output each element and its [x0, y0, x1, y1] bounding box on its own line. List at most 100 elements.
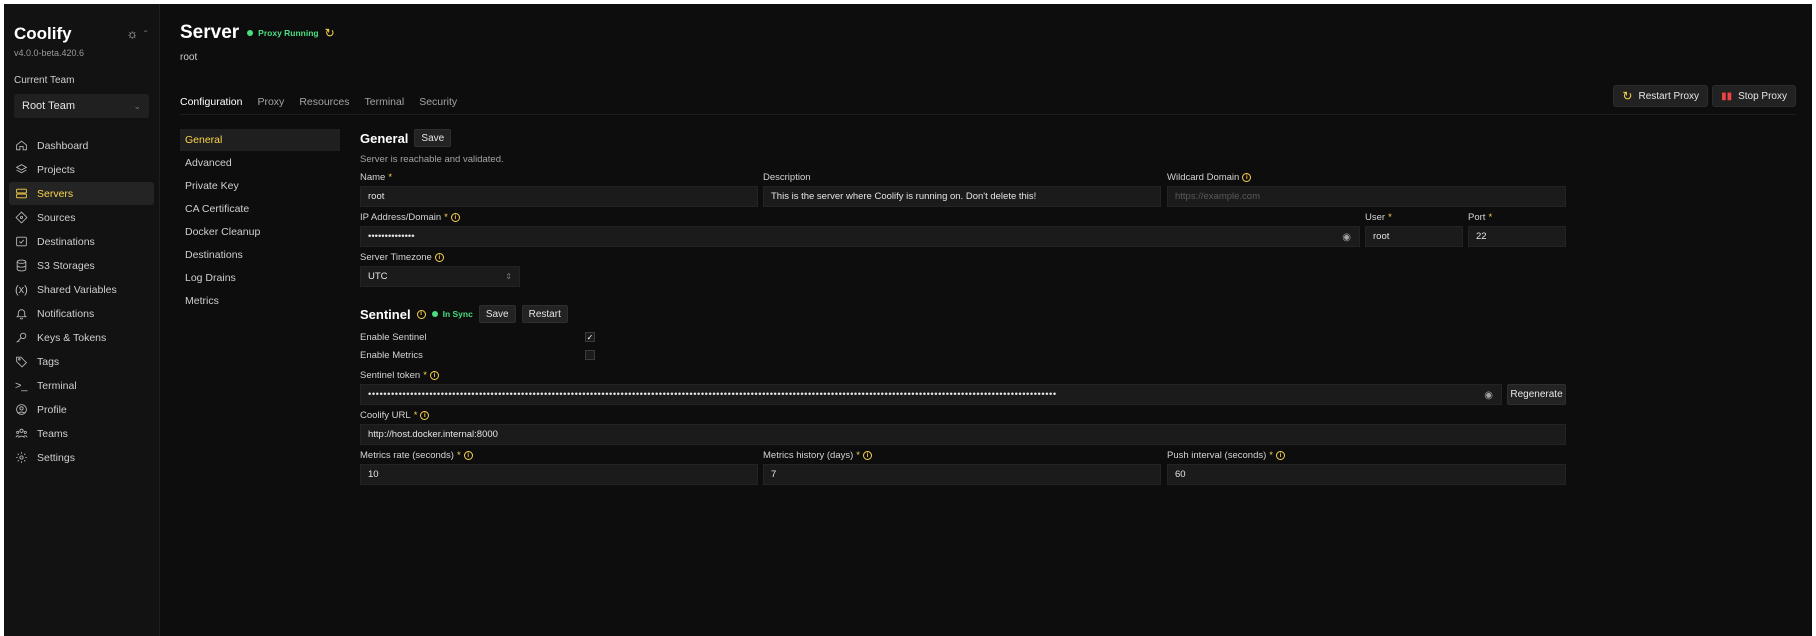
timezone-select[interactable]: UTC ⇕ [360, 266, 520, 287]
sidebar-item-profile[interactable]: Profile [9, 398, 154, 421]
description-input[interactable]: This is the server where Coolify is runn… [763, 186, 1161, 207]
tab-terminal[interactable]: Terminal [365, 96, 405, 108]
enable-metrics-checkbox[interactable] [585, 350, 595, 360]
info-icon: i [463, 451, 473, 460]
metrics-rate-input[interactable]: 10 [360, 464, 758, 485]
status-dot-icon [247, 30, 254, 36]
status-dot-icon [431, 311, 438, 317]
sidebar-item-settings[interactable]: Settings [9, 446, 154, 469]
sidebar-nav: Dashboard Projects Servers Sources Desti… [9, 134, 154, 469]
stop-proxy-button[interactable]: ▮▮ Stop Proxy [1712, 85, 1796, 107]
info-icon: i [1242, 173, 1252, 182]
sidebar-item-label: Terminal [37, 379, 77, 392]
proxy-status-text: Proxy Running [258, 28, 319, 38]
sidebar-item-shared-variables[interactable]: (x) Shared Variables [9, 278, 154, 301]
sidebar-item-label: Sources [37, 211, 76, 224]
general-heading: General [360, 130, 409, 146]
sub-nav-log-drains[interactable]: Log Drains [180, 267, 340, 289]
sub-nav: General Advanced Private Key CA Certific… [180, 129, 340, 313]
tab-configuration[interactable]: Configuration [180, 96, 242, 108]
sub-nav-ca-certificate[interactable]: CA Certificate [180, 198, 340, 220]
metrics-history-label: Metrics history (days) * i [763, 450, 872, 461]
sub-nav-destinations[interactable]: Destinations [180, 244, 340, 266]
sentinel-token-value: ••••••••••••••••••••••••••••••••••••••••… [368, 389, 1057, 400]
tab-resources[interactable]: Resources [299, 96, 349, 108]
sentinel-save-button[interactable]: Save [478, 305, 516, 323]
tab-proxy[interactable]: Proxy [257, 96, 284, 108]
restart-proxy-label: Restart Proxy [1638, 90, 1700, 102]
sidebar-item-label: Shared Variables [37, 283, 117, 296]
sub-nav-private-key[interactable]: Private Key [180, 175, 340, 197]
coolify-url-label: Coolify URL * i [360, 410, 430, 421]
sidebar-item-label: Destinations [37, 235, 95, 248]
destination-icon [15, 235, 37, 248]
info-icon: i [416, 309, 426, 319]
sidebar-item-notifications[interactable]: Notifications [9, 302, 154, 325]
metrics-history-input[interactable]: 7 [763, 464, 1161, 485]
tab-security[interactable]: Security [419, 96, 457, 108]
gear-icon [15, 451, 37, 464]
sidebar-item-label: Servers [37, 187, 74, 200]
chevron-down-icon: ⌄ [133, 100, 141, 111]
main-area: Server Proxy Running ↻ root Configuratio… [160, 4, 1812, 636]
chevron-updown-icon: ⇕ [505, 272, 512, 281]
sidebar-item-tags[interactable]: Tags [9, 350, 154, 373]
chevron-updown-icon: ⌃ [142, 29, 149, 38]
sidebar: Coolify ☼ ⌃ v4.0.0-beta.420.6 Current Tea… [4, 4, 160, 636]
port-input[interactable]: 22 [1468, 226, 1566, 247]
general-save-button[interactable]: Save [414, 129, 452, 147]
regenerate-button[interactable]: Regenerate [1507, 384, 1566, 405]
sidebar-item-dashboard[interactable]: Dashboard [9, 134, 154, 157]
layers-icon [15, 163, 37, 176]
info-icon: i [450, 213, 460, 222]
wildcard-input[interactable]: https://example.com [1167, 186, 1566, 207]
info-icon: i [862, 451, 872, 460]
info-icon: i [429, 371, 439, 380]
sidebar-item-terminal[interactable]: >_ Terminal [9, 374, 154, 397]
sidebar-item-label: Teams [37, 427, 68, 440]
timezone-value: UTC [368, 271, 388, 282]
sub-nav-docker-cleanup[interactable]: Docker Cleanup [180, 221, 340, 243]
sidebar-item-keys-tokens[interactable]: Keys & Tokens [9, 326, 154, 349]
refresh-icon[interactable]: ↻ [325, 26, 335, 40]
sidebar-item-teams[interactable]: Teams [9, 422, 154, 445]
profile-icon [15, 403, 37, 416]
info-icon: i [434, 253, 444, 262]
metrics-rate-label: Metrics rate (seconds) * i [360, 450, 473, 461]
sidebar-item-sources[interactable]: Sources [9, 206, 154, 229]
tag-icon [15, 355, 37, 368]
sun-icon: ☼ [126, 26, 139, 41]
sidebar-item-label: Settings [37, 451, 75, 464]
stop-icon: ▮▮ [1721, 90, 1733, 102]
git-icon [15, 211, 37, 224]
sub-nav-general[interactable]: General [180, 129, 340, 151]
sub-nav-advanced[interactable]: Advanced [180, 152, 340, 174]
team-select[interactable]: Root Team ⌄ [14, 94, 149, 118]
sidebar-item-servers[interactable]: Servers [9, 182, 154, 205]
info-icon: i [1275, 451, 1285, 460]
coolify-url-input[interactable]: http://host.docker.internal:8000 [360, 424, 1566, 445]
sidebar-item-destinations[interactable]: Destinations [9, 230, 154, 253]
eye-icon[interactable]: ◉ [1342, 232, 1351, 243]
sentinel-token-input[interactable]: ••••••••••••••••••••••••••••••••••••••••… [360, 384, 1502, 405]
sidebar-item-projects[interactable]: Projects [9, 158, 154, 181]
variable-icon: (x) [15, 283, 28, 296]
app-window: Coolify ☼ ⌃ v4.0.0-beta.420.6 Current Tea… [4, 4, 1812, 636]
terminal-icon: >_ [15, 379, 28, 392]
sidebar-item-s3-storages[interactable]: S3 Storages [9, 254, 154, 277]
eye-icon[interactable]: ◉ [1484, 390, 1493, 401]
user-input[interactable]: root [1365, 226, 1463, 247]
theme-toggle[interactable]: ☼ ⌃ [126, 26, 149, 41]
brand-logo: Coolify [14, 24, 72, 43]
sentinel-restart-button[interactable]: Restart [521, 305, 568, 323]
enable-sentinel-checkbox[interactable]: ✓ [585, 332, 595, 342]
restart-proxy-button[interactable]: ↻ Restart Proxy [1613, 85, 1709, 107]
bell-icon [15, 307, 37, 320]
ip-input[interactable]: •••••••••••••• ◉ [360, 226, 1360, 247]
team-label: Current Team [14, 75, 75, 86]
team-value: Root Team [22, 100, 75, 112]
push-interval-input[interactable]: 60 [1167, 464, 1566, 485]
sub-nav-metrics[interactable]: Metrics [180, 290, 340, 312]
name-input[interactable]: root [360, 186, 758, 207]
restart-icon: ↻ [1622, 89, 1633, 103]
